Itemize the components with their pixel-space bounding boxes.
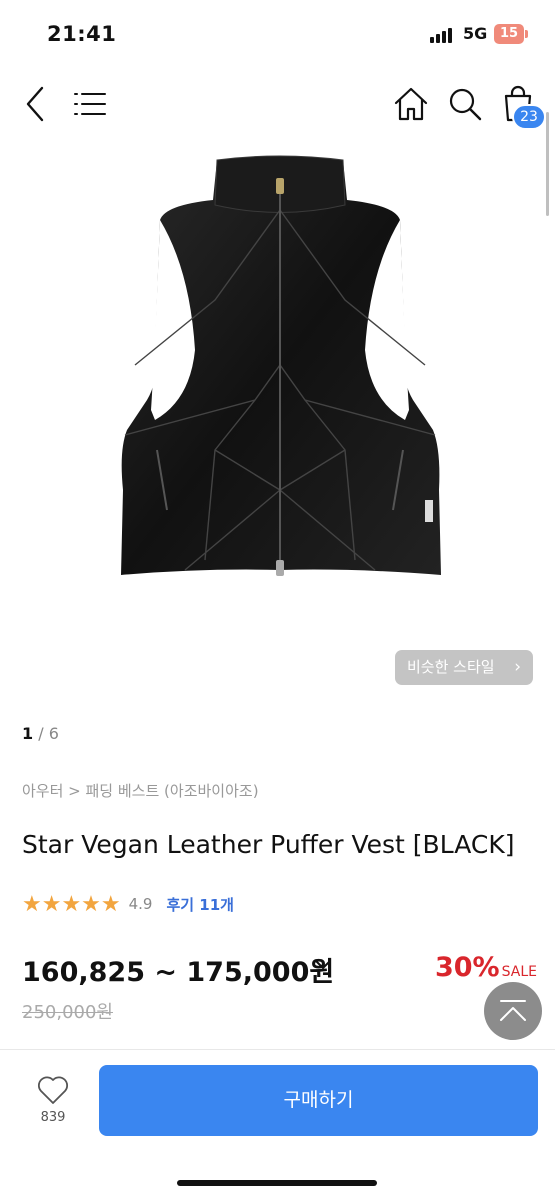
image-total: / 6 [38, 724, 59, 743]
product-image[interactable] [95, 150, 465, 590]
signal-icon [430, 28, 456, 43]
rating-row: ★★★★★ 4.9 후기 11개 [22, 890, 234, 918]
battery-cap [525, 30, 528, 38]
buy-button[interactable]: 구매하기 [99, 1065, 538, 1136]
similar-style-button[interactable]: 비슷한 스타일 › [395, 650, 533, 685]
breadcrumb[interactable]: 아우터 > 패딩 베스트 (아조바이아조) [22, 780, 259, 801]
status-bar: 21:41 5G 15 [0, 0, 555, 64]
like-count: 839 [40, 1110, 66, 1125]
search-icon[interactable] [447, 84, 483, 124]
divider [0, 1049, 555, 1050]
product-title: Star Vegan Leather Puffer Vest [BLACK] [22, 830, 515, 859]
sale-label: SALE [501, 964, 537, 980]
price-range: 160,825 ~ 175,000원 [22, 957, 335, 988]
chevron-down-icon[interactable] [314, 958, 332, 972]
heart-icon [38, 1076, 68, 1104]
home-indicator[interactable] [177, 1180, 377, 1186]
status-time: 21:41 [47, 22, 117, 46]
scroll-top-icon [500, 1000, 526, 1021]
star-rating-icon: ★★★★★ [22, 891, 121, 917]
rating-value: 4.9 [128, 895, 153, 913]
network-label: 5G [463, 24, 488, 43]
menu-icon[interactable] [72, 88, 108, 120]
scroll-to-top-button[interactable] [484, 982, 542, 1040]
price-row: 160,825 ~ 175,000원 30% SALE [22, 950, 537, 990]
review-count-link[interactable]: 후기 11개 [166, 894, 234, 915]
image-counter: 1 / 6 [22, 724, 59, 743]
chevron-left-icon[interactable] [18, 84, 52, 124]
discount: 30% SALE [435, 952, 537, 983]
top-nav-bar: 23 [0, 64, 555, 142]
original-price: 250,000원 [22, 1002, 113, 1023]
chevron-right-icon: › [514, 657, 521, 677]
home-icon[interactable] [392, 84, 430, 124]
image-current: 1 [22, 724, 34, 743]
scrollbar[interactable] [546, 112, 549, 216]
similar-style-label: 비슷한 스타일 [407, 658, 495, 676]
discount-rate: 30% [434, 952, 500, 983]
like-button[interactable]: 839 [22, 1072, 84, 1134]
cart-count-badge[interactable]: 23 [512, 104, 546, 130]
battery-icon: 15 [494, 24, 524, 44]
